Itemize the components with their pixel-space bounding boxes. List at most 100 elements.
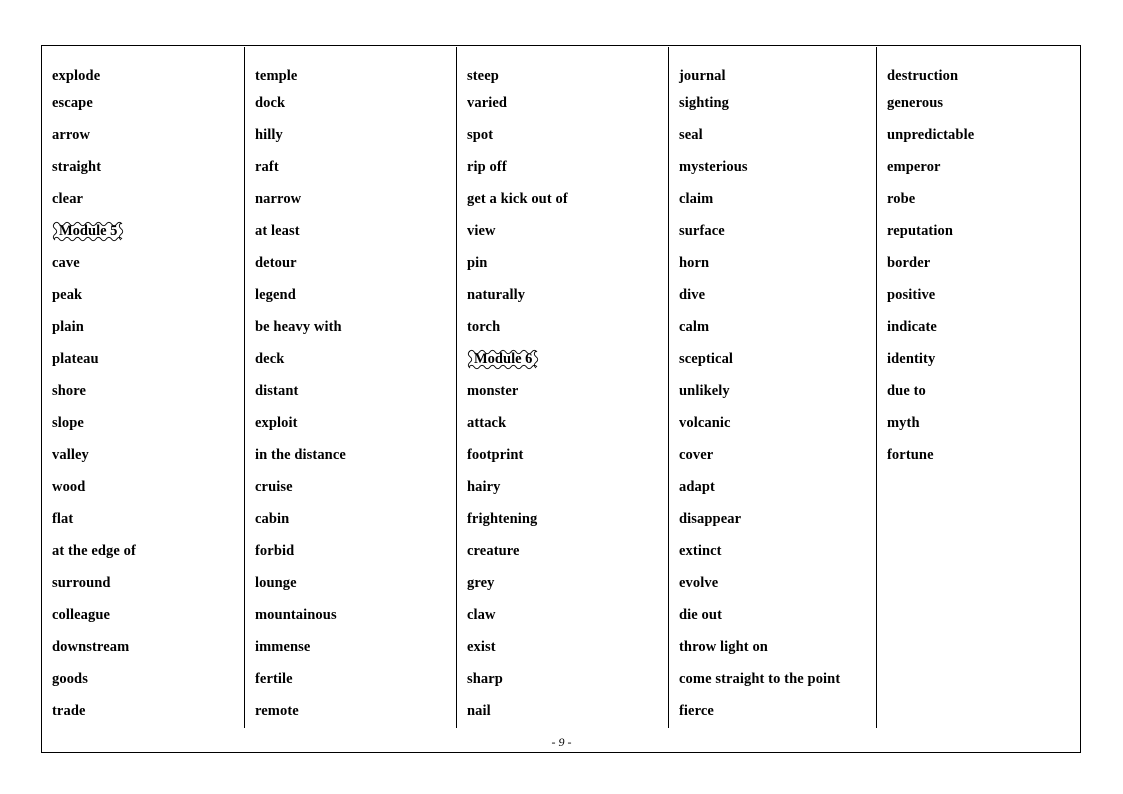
vocabulary-word: adapt [679, 478, 715, 495]
vocabulary-word: claim [679, 190, 714, 207]
vocabulary-word: creature [467, 542, 520, 559]
vocabulary-word: die out [679, 606, 722, 623]
vocabulary-word: legend [255, 286, 296, 303]
vocabulary-word: fierce [679, 702, 714, 719]
vocabulary-word: lounge [255, 574, 297, 591]
vocabulary-column-2: temple dock hilly raft narrow at least detour l… [245, 47, 457, 728]
vocabulary-word: cave [52, 254, 80, 271]
vocabulary-word: myth [887, 414, 920, 431]
vocabulary-word: wood [52, 478, 86, 495]
vocabulary-word: cabin [255, 510, 290, 527]
vocabulary-word: come straight to the point [679, 670, 841, 687]
vocabulary-word: throw light on [679, 638, 768, 655]
module-label: Module 6 [465, 343, 668, 375]
module-label-text: Module 5 [59, 222, 118, 239]
vocabulary-word: nail [467, 702, 491, 719]
vocabulary-word: identity [887, 350, 936, 367]
vocabulary-word: cruise [255, 478, 293, 495]
vocabulary-word: exist [467, 638, 496, 655]
vocabulary-word: steep [467, 67, 499, 84]
vocabulary-word: volcanic [679, 414, 731, 431]
vocabulary-word: at least [255, 222, 300, 239]
vocabulary-word: goods [52, 670, 88, 687]
vocabulary-word: fertile [255, 670, 293, 687]
module-label-box: Module 5 [52, 221, 124, 242]
vocabulary-word: straight [52, 158, 102, 175]
vocabulary-word: journal [679, 67, 726, 84]
vocabulary-word: unpredictable [887, 126, 975, 143]
vocabulary-word: cover [679, 446, 714, 463]
vocabulary-word: mountainous [255, 606, 337, 623]
vocabulary-word: rip off [467, 158, 507, 175]
vocabulary-word: clear [52, 190, 84, 207]
vocabulary-word: destruction [887, 67, 959, 84]
vocabulary-word: at the edge of [52, 542, 136, 559]
vocabulary-word: evolve [679, 574, 719, 591]
module-label: Module 5 [50, 215, 244, 247]
vocabulary-word: torch [467, 318, 501, 335]
vocabulary-word: get a kick out of [467, 190, 568, 207]
vocabulary-word: distant [255, 382, 299, 399]
module-label-box: Module 6 [467, 349, 539, 370]
vocabulary-word: surface [679, 222, 725, 239]
vocabulary-word: sighting [679, 94, 729, 111]
vocabulary-word: in the distance [255, 446, 346, 463]
vocabulary-word: raft [255, 158, 279, 175]
vocabulary-column-1: explode escape arrow straight clear Module 5 c… [42, 47, 245, 728]
vocabulary-word: sharp [467, 670, 503, 687]
vocabulary-word: spot [467, 126, 494, 143]
vocabulary-word: peak [52, 286, 83, 303]
vocabulary-word: slope [52, 414, 84, 431]
vocabulary-word: hairy [467, 478, 501, 495]
vocabulary-word: mysterious [679, 158, 748, 175]
vocabulary-word: deck [255, 350, 285, 367]
vocabulary-word: reputation [887, 222, 953, 239]
vocabulary-word: positive [887, 286, 936, 303]
vocabulary-column-3: steep varied spot rip off get a kick out of v… [457, 47, 669, 728]
vocabulary-word: naturally [467, 286, 526, 303]
vocabulary-word: be heavy with [255, 318, 342, 335]
vocabulary-word: monster [467, 382, 519, 399]
vocabulary-word: forbid [255, 542, 295, 559]
vocabulary-word: temple [255, 67, 298, 84]
vocabulary-word: colleague [52, 606, 111, 623]
vocabulary-word: disappear [679, 510, 742, 527]
vocabulary-word: surround [52, 574, 111, 591]
vocabulary-word: due to [887, 382, 926, 399]
vocabulary-word: shore [52, 382, 87, 399]
vocabulary-word: pin [467, 254, 488, 271]
vocabulary-word: claw [467, 606, 496, 623]
module-label-text: Module 6 [474, 350, 533, 367]
vocabulary-word: narrow [255, 190, 302, 207]
vocabulary-word: plain [52, 318, 84, 335]
vocabulary-word: dock [255, 94, 286, 111]
vocabulary-word: valley [52, 446, 89, 463]
vocabulary-column-4: journal sighting seal mysterious claim surfac… [669, 47, 877, 728]
vocabulary-word: robe [887, 190, 916, 207]
vocabulary-word: calm [679, 318, 710, 335]
page-number: - 9 - [551, 735, 572, 749]
vocabulary-word: footprint [467, 446, 524, 463]
vocabulary-word: sceptical [679, 350, 734, 367]
vocabulary-word: fortune [887, 446, 934, 463]
vocabulary-word: hilly [255, 126, 283, 143]
vocabulary-word: border [887, 254, 931, 271]
vocabulary-word: frightening [467, 510, 538, 527]
vocabulary-word: exploit [255, 414, 298, 431]
vocabulary-column-5: destruction generous unpredictable emperor r… [877, 47, 1080, 728]
vocabulary-word: unlikely [679, 382, 730, 399]
vocabulary-word: grey [467, 574, 495, 591]
vocabulary-word: plateau [52, 350, 99, 367]
vocabulary-word: trade [52, 702, 86, 719]
vocabulary-word: escape [52, 94, 93, 111]
vocabulary-word: immense [255, 638, 311, 655]
vocabulary-word: extinct [679, 542, 722, 559]
vocabulary-word: arrow [52, 126, 91, 143]
vocabulary-word: seal [679, 126, 703, 143]
vocabulary-word: explode [52, 67, 101, 84]
vocabulary-word: horn [679, 254, 710, 271]
vocabulary-word: downstream [52, 638, 130, 655]
vocabulary-word: indicate [887, 318, 937, 335]
vocabulary-word: dive [679, 286, 706, 303]
vocabulary-table: explode escape arrow straight clear Module 5 c… [42, 47, 1080, 728]
